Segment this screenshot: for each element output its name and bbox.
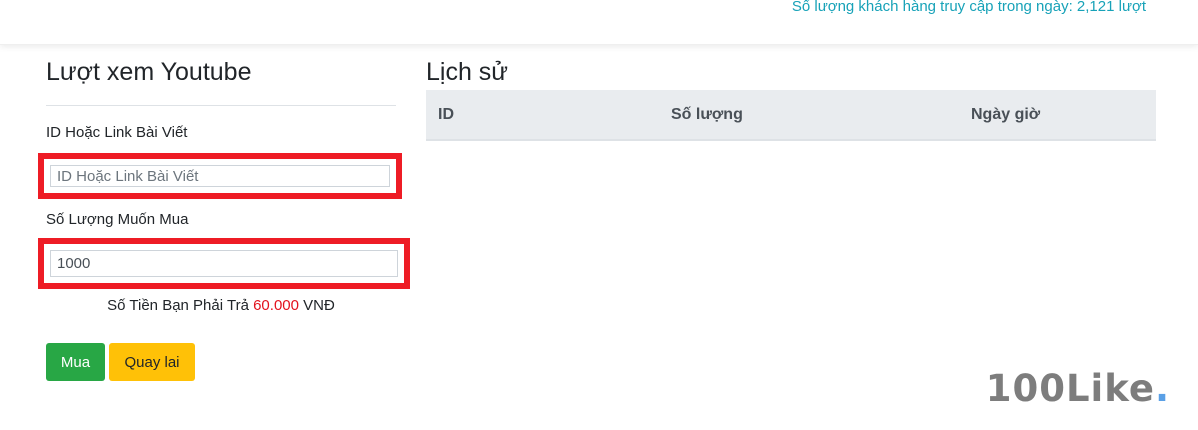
price-amount: 60.000 [253, 297, 299, 314]
top-bar: Số lượng khách hàng truy cập trong ngày:… [0, 0, 1198, 45]
price-currency: VNĐ [303, 297, 335, 314]
quantity-field-highlight [38, 238, 410, 289]
price-prefix: Số Tiền Bạn Phải Trả [107, 297, 249, 314]
history-table-header: ID Số lượng Ngày giờ [426, 90, 1156, 141]
back-button[interactable]: Quay lai [109, 343, 195, 381]
column-header-id: ID [426, 90, 671, 141]
id-field-highlight [38, 153, 402, 199]
price-summary: Số Tiền Bạn Phải Trả 60.000 VNĐ [46, 297, 396, 314]
form-divider [46, 105, 396, 106]
visitor-count-text: Số lượng khách hàng truy cập trong ngày:… [791, 0, 1146, 15]
form-title: Lượt xem Youtube [46, 58, 252, 86]
brand-logo-dot: . [1154, 367, 1170, 410]
column-header-quantity: Số lượng [671, 90, 971, 141]
brand-logo: 100Like. [986, 367, 1170, 410]
column-header-datetime: Ngày giờ [971, 90, 1156, 141]
history-table: ID Số lượng Ngày giờ [426, 90, 1156, 141]
id-field-label: ID Hoặc Link Bài Viết [46, 124, 188, 141]
quantity-field-label: Số Lượng Muốn Mua [46, 211, 189, 228]
quantity-input[interactable] [50, 250, 398, 277]
buy-button[interactable]: Mua [46, 343, 105, 381]
id-link-input[interactable] [50, 165, 390, 187]
history-title: Lịch sử [426, 58, 509, 86]
brand-logo-text: 100Like [985, 367, 1155, 410]
